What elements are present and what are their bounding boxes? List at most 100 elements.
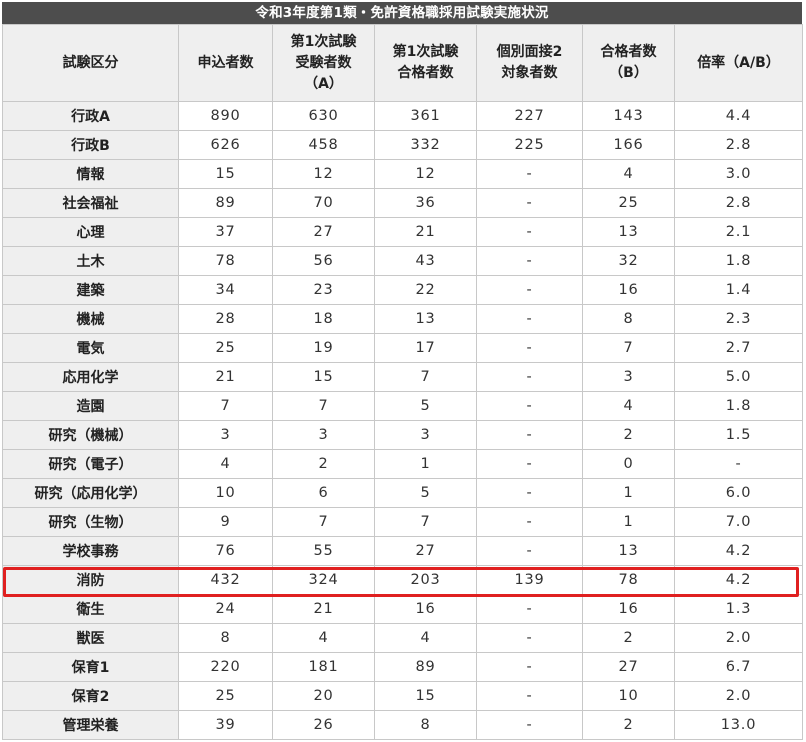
table-cell: - [476, 420, 583, 450]
table-cell: 23 [272, 275, 375, 305]
table-cell: 21 [272, 594, 375, 624]
table-body: 行政A 890 630 361 227 143 4.4 行政B 626 458 332 225 166 2… [2, 101, 803, 740]
table-cell: 10 [582, 681, 675, 711]
table-row: 保育2 25 20 15-10 2.0 [2, 681, 803, 711]
column-header: 第1次試験 受験者数 （A） [272, 24, 375, 102]
row-category: 獣医 [2, 623, 179, 653]
table-cell: 7.0 [674, 507, 803, 537]
table-cell: 76 [178, 536, 273, 566]
column-header-line: 第1次試験 [290, 33, 357, 50]
table-cell: 7 [178, 391, 273, 421]
column-header: 合格者数 （B） [582, 24, 675, 102]
table-cell: 458 [272, 130, 375, 160]
table-cell: 332 [374, 130, 477, 160]
table-cell: - [476, 449, 583, 479]
table-cell: 13 [374, 304, 477, 334]
table-cell: 1 [582, 507, 675, 537]
row-category: 情報 [2, 159, 179, 189]
table-title: 令和3年度第1類・免許資格職採用試験実施状況 [2, 2, 802, 24]
table-cell: 10 [178, 478, 273, 508]
row-category: 機械 [2, 304, 179, 334]
row-category: 造園 [2, 391, 179, 421]
table-cell: - [476, 333, 583, 363]
table-row-highlighted: 消防 432 324 203 139 78 4.2 [2, 565, 803, 595]
table-cell: 26 [272, 710, 375, 740]
table-cell: 8 [582, 304, 675, 334]
row-category: 土木 [2, 246, 179, 276]
table-cell: 13 [582, 217, 675, 247]
table-cell: 3 [272, 420, 375, 450]
table-cell: 2.3 [674, 304, 803, 334]
table-row: 応用化学 21 15 7-3 5.0 [2, 362, 803, 392]
table-row: 土木 78 56 43-32 1.8 [2, 246, 803, 276]
table-cell: 2.0 [674, 623, 803, 653]
table-cell: 4 [272, 623, 375, 653]
table-cell: 15 [272, 362, 375, 392]
table-cell: 2 [582, 710, 675, 740]
table-cell: 19 [272, 333, 375, 363]
table-cell: - [476, 507, 583, 537]
table-cell: 25 [178, 681, 273, 711]
column-header: 個別面接2 対象者数 [476, 24, 583, 102]
row-category: 管理栄養 [2, 710, 179, 740]
table-cell: 15 [178, 159, 273, 189]
table-cell: 227 [476, 101, 583, 131]
table-cell: 4.2 [674, 536, 803, 566]
table-row: 行政B 626 458 332 225 166 2.8 [2, 130, 803, 160]
table-cell: 56 [272, 246, 375, 276]
table-row: 衛生 24 21 16-16 1.3 [2, 594, 803, 624]
row-category: 建築 [2, 275, 179, 305]
table-cell: - [476, 275, 583, 305]
table-cell: 16 [582, 275, 675, 305]
column-header: 倍率（A/B） [674, 24, 803, 102]
table-cell: 3 [582, 362, 675, 392]
table-cell: 3 [374, 420, 477, 450]
table-cell: 2.8 [674, 130, 803, 160]
table-cell: - [674, 449, 803, 479]
table-cell: 2.8 [674, 188, 803, 218]
table-cell: 8 [374, 710, 477, 740]
table-cell: 78 [582, 565, 675, 595]
table-cell: 24 [178, 594, 273, 624]
table-cell: 22 [374, 275, 477, 305]
table-cell: 4.2 [674, 565, 803, 595]
table-cell: 12 [374, 159, 477, 189]
table-header: 試験区分 申込者数 第1次試験 受験者数 （A） 第1次試験 合格者数 個別面接2 対象者数 合格… [2, 24, 803, 102]
table-row: 心理 37 27 21-13 2.1 [2, 217, 803, 247]
table-cell: 21 [374, 217, 477, 247]
table-row: 研究（生物） 9 7 7-1 7.0 [2, 507, 803, 537]
table-cell: 6.0 [674, 478, 803, 508]
table-cell: 1 [374, 449, 477, 479]
table-cell: 0 [582, 449, 675, 479]
row-category: 衛生 [2, 594, 179, 624]
table-cell: 39 [178, 710, 273, 740]
table-row: 研究（機械） 3 3 3-2 1.5 [2, 420, 803, 450]
table-cell: 13.0 [674, 710, 803, 740]
table-row: 学校事務 76 55 27-13 4.2 [2, 536, 803, 566]
table-cell: 1.5 [674, 420, 803, 450]
row-category: 研究（電子） [2, 449, 179, 479]
column-header: 試験区分 [2, 24, 179, 102]
table-row: 研究（電子） 4 2 1-0- [2, 449, 803, 479]
table-cell: 34 [178, 275, 273, 305]
table-cell: 36 [374, 188, 477, 218]
row-category: 保育2 [2, 681, 179, 711]
table-cell: - [476, 391, 583, 421]
table-cell: 16 [374, 594, 477, 624]
table-cell: - [476, 478, 583, 508]
table-cell: 2.1 [674, 217, 803, 247]
row-category: 電気 [2, 333, 179, 363]
column-header-line: （B） [609, 65, 648, 81]
table-row: 保育1 220 181 89-27 6.7 [2, 652, 803, 682]
table-cell: 432 [178, 565, 273, 595]
table-cell: 2 [272, 449, 375, 479]
table-cell: 7 [374, 362, 477, 392]
row-category: 行政B [2, 130, 179, 160]
table-cell: 27 [582, 652, 675, 682]
row-category: 社会福祉 [2, 188, 179, 218]
table-cell: 139 [476, 565, 583, 595]
table-cell: 3.0 [674, 159, 803, 189]
table-row: 社会福祉 89 70 36-25 2.8 [2, 188, 803, 218]
table-cell: 27 [374, 536, 477, 566]
table-cell: - [476, 159, 583, 189]
